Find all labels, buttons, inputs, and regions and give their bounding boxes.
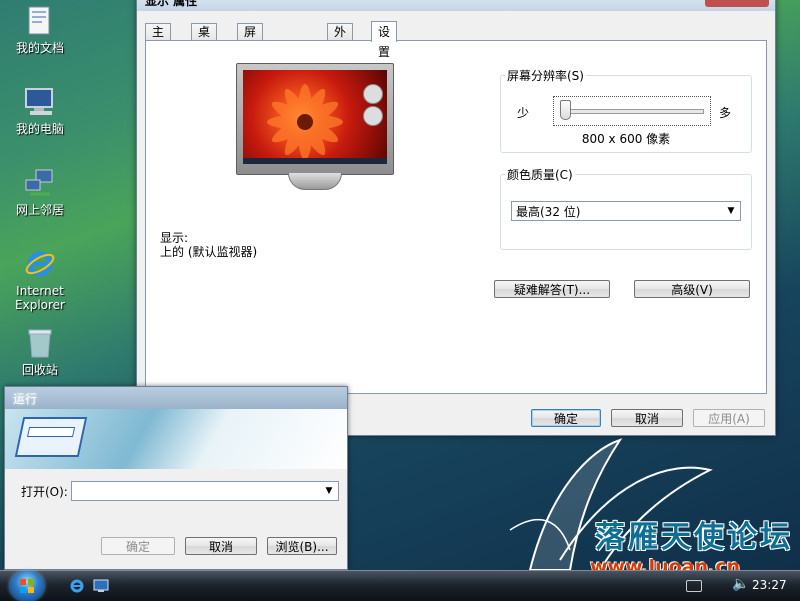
color-quality-select[interactable]: 最高(32 位) ▼ xyxy=(511,201,741,221)
slider-min-label: 少 xyxy=(517,106,530,120)
tab-desktop[interactable]: 桌面 xyxy=(191,23,218,56)
resolution-legend: 屏幕分辨率(S) xyxy=(507,69,584,83)
tab-screensaver[interactable]: 屏幕保护程序 xyxy=(237,23,264,124)
resolution-value: 800 x 600 像素 xyxy=(581,132,671,146)
tab-settings[interactable]: 设置 xyxy=(371,21,398,59)
run-cancel-button[interactable]: 取消 xyxy=(185,537,257,555)
slider-thumb[interactable] xyxy=(560,100,571,120)
tab-themes[interactable]: 主题 xyxy=(145,23,172,56)
taskbar: 🔈 23:27 xyxy=(0,570,800,601)
resolution-slider[interactable] xyxy=(553,96,711,126)
wallpaper-forum-name: 落雁天使论坛 xyxy=(595,520,793,555)
slider-max-label: 多 xyxy=(719,106,732,120)
tab-appearance[interactable]: 外观 xyxy=(327,23,354,56)
keyboard-icon[interactable] xyxy=(686,580,702,592)
dialog-title: 显示 属性 xyxy=(145,0,198,8)
documents-icon xyxy=(23,4,57,38)
browse-button[interactable]: 浏览(B)... xyxy=(267,537,337,555)
volume-icon[interactable]: 🔈 xyxy=(732,576,749,592)
desktop-icon-label: 我的电脑 xyxy=(15,122,64,136)
desktop-icon-label: 回收站 xyxy=(21,363,58,377)
desktop-icon-my-documents[interactable]: 我的文档 xyxy=(4,4,76,55)
run-titlebar[interactable]: 运行 xyxy=(5,387,347,409)
chevron-down-icon[interactable]: ▼ xyxy=(322,483,336,499)
quicklaunch-show-desktop-icon[interactable] xyxy=(92,577,110,595)
color-quality-legend: 颜色质量(C) xyxy=(507,168,573,182)
troubleshoot-button[interactable]: 疑难解答(T)... xyxy=(494,280,610,298)
settings-panel: 显示: 上的 (默认监视器) 屏幕分辨率(S) 少 多 800 x 600 像素… xyxy=(145,40,767,394)
display-value: 上的 (默认监视器) xyxy=(160,245,258,259)
display-label: 显示: xyxy=(160,231,189,245)
open-label: 打开(O): xyxy=(21,485,68,499)
desktop-icon-recycle-bin[interactable]: 回收站 xyxy=(4,326,76,377)
desktop-icon-my-computer[interactable]: 我的电脑 xyxy=(4,85,76,136)
desktop-icon-label: Internet Explorer xyxy=(15,284,65,312)
internet-explorer-icon xyxy=(23,247,57,281)
desktop-icon-internet-explorer[interactable]: Internet Explorer xyxy=(4,247,76,312)
network-icon xyxy=(23,166,57,200)
monitor-bezel xyxy=(236,63,394,175)
advanced-button[interactable]: 高级(V) xyxy=(634,280,750,298)
run-dialog: 运行 打开(O): ▼ 确定 取消 浏览(B)... xyxy=(4,386,348,570)
run-title: 运行 xyxy=(13,392,38,406)
start-button[interactable] xyxy=(10,571,44,601)
recycle-bin-icon xyxy=(23,326,57,360)
display-properties-dialog: 显示 属性 主题 桌面 屏幕保护程序 外观 设置 xyxy=(136,0,776,436)
clock-gadget-icon xyxy=(363,106,383,126)
chevron-down-icon[interactable]: ▼ xyxy=(724,203,738,219)
apply-button[interactable]: 应用(A) xyxy=(693,409,765,427)
close-button[interactable] xyxy=(705,0,769,7)
cancel-button[interactable]: 取消 xyxy=(611,409,683,427)
ok-button[interactable]: 确定 xyxy=(531,409,601,427)
preview-taskbar xyxy=(243,158,387,164)
desktop-icon-label: 我的文档 xyxy=(15,41,64,55)
resolution-group: 屏幕分辨率(S) 少 多 800 x 600 像素 xyxy=(500,67,752,153)
dialog-titlebar[interactable]: 显示 属性 xyxy=(137,0,775,11)
clock[interactable]: 23:27 xyxy=(752,578,787,592)
windows-logo-icon xyxy=(20,579,34,593)
monitor-preview[interactable] xyxy=(236,63,394,193)
desktop-icon-label: 网上邻居 xyxy=(15,203,64,217)
monitor-stand xyxy=(288,173,342,190)
open-combobox[interactable]: ▼ xyxy=(71,481,339,501)
clock-gadget-icon xyxy=(363,84,383,104)
monitor-screen xyxy=(243,70,387,164)
desktop-icon-network[interactable]: 网上邻居 xyxy=(4,166,76,217)
run-ok-button[interactable]: 确定 xyxy=(101,537,175,555)
computer-icon xyxy=(23,85,57,119)
run-icon xyxy=(14,417,88,457)
slider-track xyxy=(562,109,704,114)
color-quality-group: 颜色质量(C) 最高(32 位) ▼ xyxy=(500,166,752,250)
color-quality-value: 最高(32 位) xyxy=(516,205,581,219)
quicklaunch-ie-icon[interactable] xyxy=(68,577,86,595)
